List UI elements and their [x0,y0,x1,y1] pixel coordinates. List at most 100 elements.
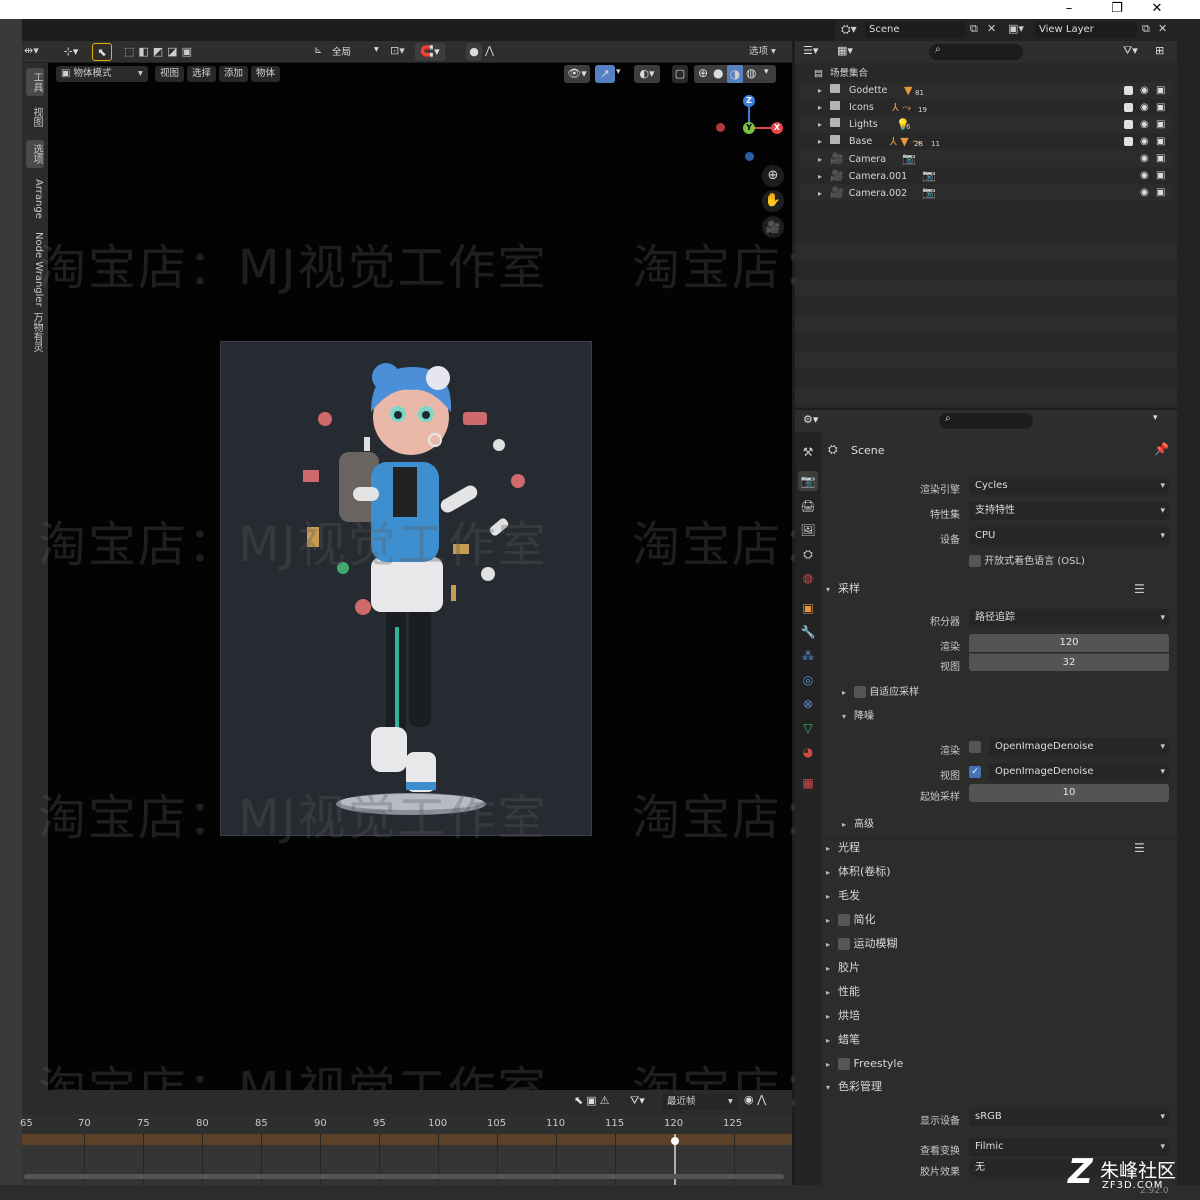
visibility-icon[interactable]: 👁▾ [564,65,590,83]
view-layer-icon[interactable]: ▣▾ [1008,22,1024,35]
eye-icon[interactable]: ◉ [1140,184,1149,201]
osl-checkbox[interactable] [969,555,981,567]
constraints-tab-icon[interactable]: ⊗ [798,694,818,714]
camera-render-icon[interactable]: ▣ [1156,184,1165,201]
select-cursor-icon[interactable]: ⬉ [92,43,112,61]
adaptive-checkbox[interactable] [854,686,866,698]
outliner-item-camera-002[interactable]: ▸ 🎥 Camera.002 📷 ◉ ▣ [800,184,1172,201]
exclude-checkbox[interactable] [1124,137,1133,146]
proportional-edit-icon[interactable]: ● [466,43,482,61]
denoise-render-dropdown[interactable]: OpenImageDenoise ▾ [989,738,1169,756]
pan-hand-icon[interactable]: ✋ [762,190,784,212]
tool-tab-icon[interactable]: ⚒ [798,442,818,462]
properties-options-icon[interactable]: ▾ [1153,413,1158,423]
outliner-item-icons[interactable]: ▸ Icons ⅄ ⤳ 19 ◉ ▣ [800,99,1172,116]
keyframe-marker[interactable] [671,1137,679,1145]
exclude-checkbox[interactable] [1124,86,1133,95]
menu-add[interactable]: 添加 [219,66,249,82]
camera-render-icon[interactable]: ▣ [1156,133,1165,150]
eye-icon[interactable]: ◉ [1140,167,1149,184]
viewport-samples-field[interactable]: 32 [969,653,1169,671]
orientation-icon[interactable]: ⊾ [314,45,322,56]
world-tab-icon[interactable]: ◍ [798,568,818,588]
overlay-icon[interactable]: ◐▾ [634,65,660,83]
color-management-section[interactable]: ▾ 色彩管理 [826,1076,882,1098]
tab-view[interactable]: 视图 [26,103,44,131]
solid-shading-icon[interactable]: ● [713,66,723,80]
volumes-section[interactable]: ▸ 体积(卷标) [826,861,891,883]
playback-dropdown[interactable]: 最近帧 ▾ [662,1094,738,1110]
render-samples-field[interactable]: 120 [969,634,1169,652]
particles-tab-icon[interactable]: ⁂ [798,646,818,666]
outliner-item-godette[interactable]: ▸ Godette ▼ 81 ◉ ▣ [800,82,1172,99]
gizmo-dropdown-icon[interactable]: ▾ [616,67,621,77]
tab-wanwuyouling[interactable]: 万物有灵 [26,308,44,356]
feature-set-dropdown[interactable]: 支持特性 ▾ [969,502,1169,520]
physics-tab-icon[interactable]: ◎ [798,670,818,690]
snap-icon[interactable]: 🧲▾ [415,43,445,61]
keying-icons[interactable]: ⬉▣⚠ [574,1094,612,1107]
eye-icon[interactable]: ◉ [1140,116,1149,133]
new-collection-icon[interactable]: ⊞ [1155,44,1164,57]
properties-editor-icon[interactable]: ⚙▾ [803,413,818,426]
data-tab-icon[interactable]: ▽ [798,718,818,738]
gizmo-x-axis[interactable]: X [771,122,783,134]
outliner-item-camera[interactable]: ▸ 🎥 Camera 📷 ◉ ▣ [800,150,1172,167]
tab-node-wrangler[interactable]: Node Wrangler [26,228,44,311]
minimize-button[interactable]: – [1050,0,1088,19]
rendered-shading-icon[interactable]: ◍ [746,66,756,80]
pivot-icon[interactable]: ⊡▾ [390,44,405,57]
options-dropdown[interactable]: 选项 ▾ [744,44,781,60]
gizmo-neg-x[interactable] [716,123,725,132]
hair-section[interactable]: ▸ 毛发 [826,885,860,907]
properties-search-input[interactable]: ⌕ [939,413,1033,429]
xray-icon[interactable]: ▢ [672,65,688,83]
start-sample-field[interactable]: 10 [969,784,1169,802]
eye-icon[interactable]: ◉ [1140,99,1149,116]
eye-icon[interactable]: ◉ [1140,82,1149,99]
tab-tool[interactable]: 工具 [26,68,44,96]
grease-pencil-section[interactable]: ▸ 蜡笔 [826,1029,860,1051]
outliner-item-base[interactable]: ▸ Base ⅄ ▼ ⤳ 28 11 ◉ ▣ [800,133,1172,150]
film-section[interactable]: ▸ 胶片 [826,957,860,979]
exclude-checkbox[interactable] [1124,103,1133,112]
simplify-checkbox[interactable] [838,914,850,926]
material-shading-icon[interactable]: ◑ [727,65,743,83]
copy-scene-icon[interactable]: ⧉ [970,22,978,36]
outliner-editor-icon[interactable]: ☰▾ [803,44,818,57]
timeline-scrollbar[interactable] [24,1174,784,1179]
object-tab-icon[interactable]: ▣ [798,598,818,618]
timeline-body[interactable] [22,1145,792,1185]
filter-icon[interactable]: ⛛▾ [1123,44,1138,58]
motion-blur-section[interactable]: ▸ 运动模糊 [826,933,898,955]
light-paths-section[interactable]: ▸ 光程 [826,837,860,859]
orientation-dropdown[interactable]: 全局 ▾ [332,44,382,58]
osl-checkbox-row[interactable]: 开放式着色语言 (OSL) [969,552,1085,567]
simplify-section[interactable]: ▸ 简化 [826,909,876,931]
denoise-view-dropdown[interactable]: OpenImageDenoise ▾ [989,763,1169,781]
wireframe-shading-icon[interactable]: ⊕ [698,66,708,80]
filter-icon[interactable]: ⛛▾ [630,1094,645,1108]
camera-render-icon[interactable]: ▣ [1156,116,1165,133]
camera-view-icon[interactable]: 🎥 [762,216,784,238]
presets-list-icon[interactable]: ☰ [1134,841,1145,855]
eye-icon[interactable]: ◉ [1140,133,1149,150]
shading-options-icon[interactable]: ▾ [764,67,769,77]
delete-view-layer-icon[interactable]: ✕ [1158,22,1167,35]
transform-icon[interactable]: ⊹▾ [56,43,86,61]
scene-tab-icon[interactable]: ⛭ [798,544,818,564]
gizmo-toggle-icon[interactable]: ↗ [595,65,615,83]
mode-dropdown[interactable]: ▣ 物体模式 ▾ [56,66,148,82]
menu-view[interactable]: 视图 [155,66,185,82]
tab-options[interactable]: 选项 [26,140,44,168]
selection-mode-icons[interactable]: ⬚◧◩◪▣ [124,45,196,58]
scene-field[interactable]: Scene [865,22,965,38]
proportional-icon[interactable]: ◉ ⋀ [744,1093,766,1106]
outliner-item-lights[interactable]: ▸ Lights 💡 6 ◉ ▣ [800,116,1172,133]
motion-blur-checkbox[interactable] [838,938,850,950]
gizmo-z-axis[interactable]: Z [743,95,755,107]
view-layer-tab-icon[interactable]: 🖼 [798,520,818,540]
device-dropdown[interactable]: CPU ▾ [969,527,1169,545]
scene-icon[interactable]: ⛭▾ [841,22,857,37]
outliner-item-camera-001[interactable]: ▸ 🎥 Camera.001 📷 ◉ ▣ [800,167,1172,184]
